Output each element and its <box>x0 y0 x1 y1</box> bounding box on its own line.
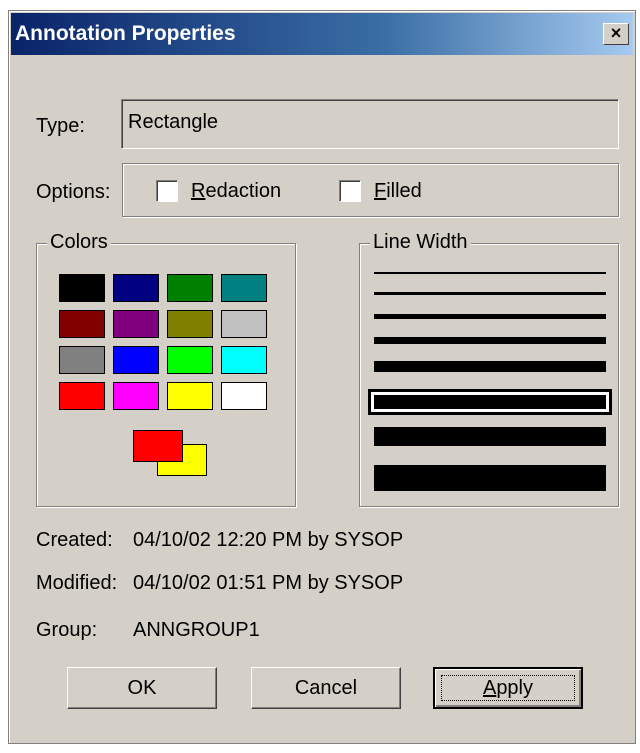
options-group: Redaction Filled <box>122 163 619 217</box>
line-width-option[interactable] <box>374 314 606 319</box>
cancel-button[interactable]: Cancel <box>251 667 401 709</box>
type-value: Rectangle <box>128 111 219 133</box>
line-width-option[interactable] <box>374 272 606 274</box>
color-swatch[interactable] <box>221 346 267 374</box>
color-swatch[interactable] <box>167 274 213 302</box>
ok-button[interactable]: OK <box>67 667 217 709</box>
type-label: Type: <box>36 115 85 137</box>
apply-label: Apply <box>482 677 534 699</box>
line-width-option[interactable] <box>368 389 612 415</box>
foreground-color-preview <box>133 430 183 462</box>
color-swatch[interactable] <box>221 274 267 302</box>
modified-value: 04/10/02 01:51 PM by SYSOP <box>133 572 404 594</box>
close-icon: × <box>610 23 622 43</box>
line-width-option[interactable] <box>374 361 606 372</box>
redaction-checkbox[interactable] <box>156 180 178 202</box>
color-swatch[interactable] <box>221 382 267 410</box>
color-swatch[interactable] <box>59 346 105 374</box>
color-swatch[interactable] <box>113 274 159 302</box>
color-swatch[interactable] <box>113 382 159 410</box>
color-swatch[interactable] <box>59 274 105 302</box>
line-width-legend: Line Width <box>370 231 471 254</box>
group-label: Group: <box>36 619 98 641</box>
type-field: Rectangle <box>121 99 619 149</box>
line-width-option[interactable] <box>374 465 606 491</box>
color-swatch[interactable] <box>59 310 105 338</box>
colors-legend: Colors <box>47 231 111 254</box>
color-swatch[interactable] <box>167 382 213 410</box>
filled-checkbox[interactable] <box>339 180 361 202</box>
colors-group: Colors <box>36 231 296 507</box>
line-width-option[interactable] <box>374 427 606 446</box>
line-width-group: Line Width <box>359 231 619 507</box>
created-label: Created: <box>36 529 113 551</box>
close-button[interactable]: × <box>603 23 629 45</box>
filled-label[interactable]: Filled <box>374 180 422 203</box>
dialog-title: Annotation Properties <box>15 22 236 45</box>
color-swatch[interactable] <box>59 382 105 410</box>
options-label: Options: <box>36 181 111 203</box>
created-value: 04/10/02 12:20 PM by SYSOP <box>133 529 404 551</box>
line-width-option[interactable] <box>374 292 606 295</box>
annotation-properties-dialog: Annotation Properties × Type: Rectangle … <box>8 10 636 744</box>
modified-label: Modified: <box>36 572 118 594</box>
color-swatch[interactable] <box>167 310 213 338</box>
group-value: ANNGROUP1 <box>133 619 260 641</box>
apply-button[interactable]: Apply <box>433 667 583 709</box>
color-swatch[interactable] <box>221 310 267 338</box>
line-width-option[interactable] <box>374 337 606 344</box>
color-swatch[interactable] <box>167 346 213 374</box>
color-swatch[interactable] <box>113 346 159 374</box>
title-bar[interactable]: Annotation Properties × <box>11 13 633 55</box>
color-swatch[interactable] <box>113 310 159 338</box>
redaction-label[interactable]: Redaction <box>191 180 281 203</box>
